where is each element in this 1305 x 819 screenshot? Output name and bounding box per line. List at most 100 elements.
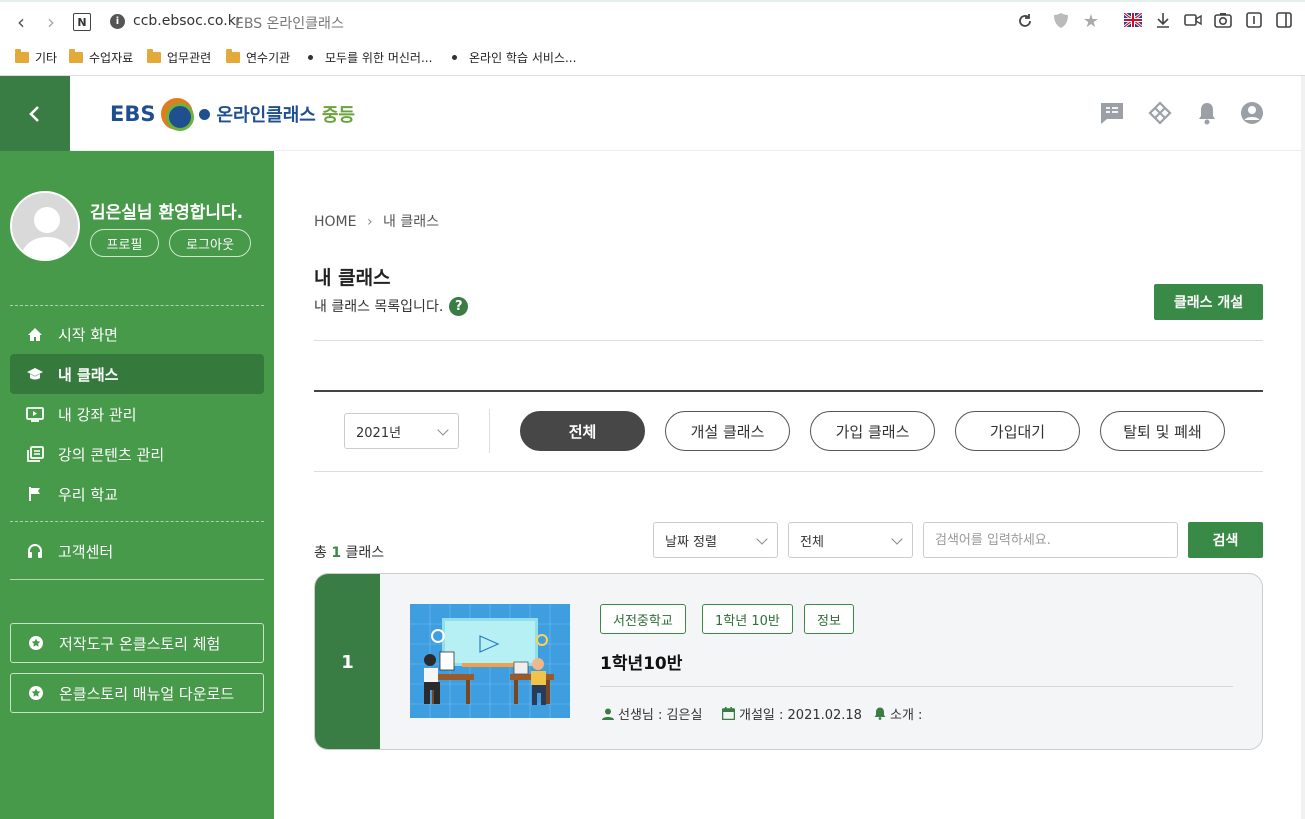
chevron-down-icon <box>756 533 768 545</box>
folder-icon <box>226 49 240 63</box>
help-icon[interactable]: ? <box>449 296 469 316</box>
class-intro: 소개 : <box>874 704 922 723</box>
ebs-logo[interactable]: EBS 온라인클래스 중등 <box>110 98 355 131</box>
class-title[interactable]: 1학년10반 <box>600 649 682 674</box>
download-icon[interactable] <box>1153 12 1173 32</box>
tag-subject: 정보 <box>804 604 854 634</box>
class-number: 1 <box>315 574 380 749</box>
calendar-icon <box>722 707 735 720</box>
tab-title: EBS 온라인클래스 <box>235 16 344 32</box>
star-badge-icon <box>27 634 45 652</box>
avatar-person-icon <box>20 207 74 259</box>
tab-withdrawn-closed[interactable]: 탈퇴 및 폐쇄 <box>1100 411 1225 451</box>
bookmark-folder[interactable]: 수업자료 <box>69 49 133 66</box>
page-title: 내 클래스 <box>314 267 391 289</box>
sidebar-item-our-school[interactable]: 우리 학교 <box>10 474 264 514</box>
breadcrumb-home[interactable]: HOME <box>314 214 356 230</box>
folder-icon <box>147 49 161 63</box>
profile-button[interactable]: 프로필 <box>90 229 159 257</box>
app-header: EBS 온라인클래스 중등 <box>0 76 1305 151</box>
bookmark-folder[interactable]: 기타 <box>15 49 57 66</box>
flag-icon <box>26 485 44 503</box>
year-select[interactable]: 2021년 <box>344 413 459 449</box>
tab-opened-classes[interactable]: 개설 클래스 <box>665 411 790 451</box>
translate-flag-icon[interactable] <box>1123 11 1143 32</box>
classroom-illustration <box>410 604 570 718</box>
bookmarks-bar: 기타 수업자료 업무관련 연수기관 모두를 위한 머신러... 온라인 학습 서… <box>0 41 1305 76</box>
tab-joined-classes[interactable]: 가입 클래스 <box>810 411 935 451</box>
refresh-icon[interactable] <box>1015 12 1035 32</box>
monitor-play-icon <box>26 405 44 423</box>
sort-select[interactable]: 날짜 정렬 <box>653 522 778 558</box>
chevron-down-icon <box>891 533 903 545</box>
bookmark-folder[interactable]: 연수기관 <box>226 49 290 66</box>
video-icon[interactable] <box>1183 12 1203 32</box>
sidebar-toggle-icon[interactable] <box>1274 12 1294 32</box>
bookmark-link[interactable]: 모두를 위한 머신러... <box>308 49 432 66</box>
sidebar-item-course-manage[interactable]: 내 강좌 관리 <box>10 394 264 434</box>
reader-n-icon[interactable]: N <box>73 13 91 31</box>
divider <box>314 390 1263 392</box>
sidebar-item-home[interactable]: 시작 화면 <box>10 314 264 354</box>
divider <box>600 686 1233 687</box>
scrollbar[interactable] <box>1301 76 1305 819</box>
logo-dot-icon <box>199 108 211 120</box>
chevron-down-icon <box>437 424 449 436</box>
star-badge-icon <box>27 684 45 702</box>
message-icon[interactable] <box>1099 100 1125 126</box>
site-info-icon[interactable]: i <box>110 14 125 29</box>
manual-download-button[interactable]: 온클스토리 매뉴얼 다운로드 <box>10 673 264 713</box>
camera-icon[interactable] <box>1213 12 1233 32</box>
graduation-cap-icon <box>26 365 44 383</box>
back-button[interactable] <box>0 76 70 151</box>
reader-mode-icon[interactable] <box>1244 12 1264 32</box>
shield-icon[interactable] <box>1051 12 1071 32</box>
divider <box>10 579 264 580</box>
filter-select[interactable]: 전체 <box>788 522 913 558</box>
browser-toolbar: ‹ › N i ccb.ebsoc.co.kr EBS 온라인클래스 ★ <box>0 0 1305 41</box>
sidebar-item-my-class[interactable]: 내 클래스 <box>10 354 264 394</box>
bell-icon[interactable] <box>1195 100 1221 126</box>
bookmark-link[interactable]: 온라인 학습 서비스... <box>452 49 576 66</box>
back-arrow-icon[interactable]: ‹ <box>10 11 32 33</box>
welcome-message: 김은실님 환영합니다. <box>90 203 244 223</box>
bookmark-star-icon[interactable]: ★ <box>1081 12 1101 32</box>
forward-arrow-icon[interactable]: › <box>40 11 62 33</box>
headset-icon <box>26 542 44 560</box>
class-network-icon[interactable] <box>1147 100 1173 126</box>
person-icon <box>602 708 614 720</box>
user-account-icon[interactable] <box>1239 100 1265 126</box>
total-count: 총 1 클래스 <box>314 545 385 561</box>
search-input[interactable] <box>923 522 1178 558</box>
bell-icon <box>874 707 886 720</box>
url-bar[interactable]: ccb.ebsoc.co.kr <box>133 13 242 29</box>
home-icon <box>26 325 44 343</box>
class-open-date: 개설일 : 2021.02.18 <box>722 704 862 723</box>
class-card[interactable]: 1 서전중학교 1학년 10반 정보 1학년10반 선생님: 김은실 개설일 … <box>314 573 1263 750</box>
divider <box>10 521 264 522</box>
breadcrumb-current: 내 클래스 <box>383 214 439 230</box>
divider <box>314 471 1263 472</box>
chevron-left-icon <box>29 105 39 122</box>
sidebar: 김은실님 환영합니다. 프로필 로그아웃 시작 화면 내 클래스 내 강좌 관리… <box>0 151 274 819</box>
search-button[interactable]: 검색 <box>1188 522 1263 558</box>
tab-all[interactable]: 전체 <box>520 411 645 451</box>
logout-button[interactable]: 로그아웃 <box>169 229 251 257</box>
sidebar-item-support[interactable]: 고객센터 <box>10 531 264 571</box>
authoring-tool-button[interactable]: 저작도구 온클스토리 체험 <box>10 623 264 663</box>
sidebar-item-content-manage[interactable]: 강의 콘텐츠 관리 <box>10 434 264 474</box>
class-teacher: 선생님 : 김은실 <box>602 704 702 723</box>
class-thumbnail <box>410 604 570 718</box>
create-class-button[interactable]: 클래스 개설 <box>1154 284 1263 320</box>
bookmark-dot-icon <box>452 55 457 60</box>
bookmark-folder[interactable]: 업무관련 <box>147 49 211 66</box>
tag-school: 서전중학교 <box>600 604 686 634</box>
logo-ring-icon <box>161 98 195 131</box>
tag-grade-class: 1학년 10반 <box>702 604 793 634</box>
folder-icon <box>15 49 29 63</box>
page-description: 내 클래스 목록입니다. ? <box>314 296 469 316</box>
tab-pending[interactable]: 가입대기 <box>955 411 1080 451</box>
library-icon <box>26 445 44 463</box>
breadcrumb-separator: › <box>366 214 373 230</box>
avatar <box>10 191 80 261</box>
